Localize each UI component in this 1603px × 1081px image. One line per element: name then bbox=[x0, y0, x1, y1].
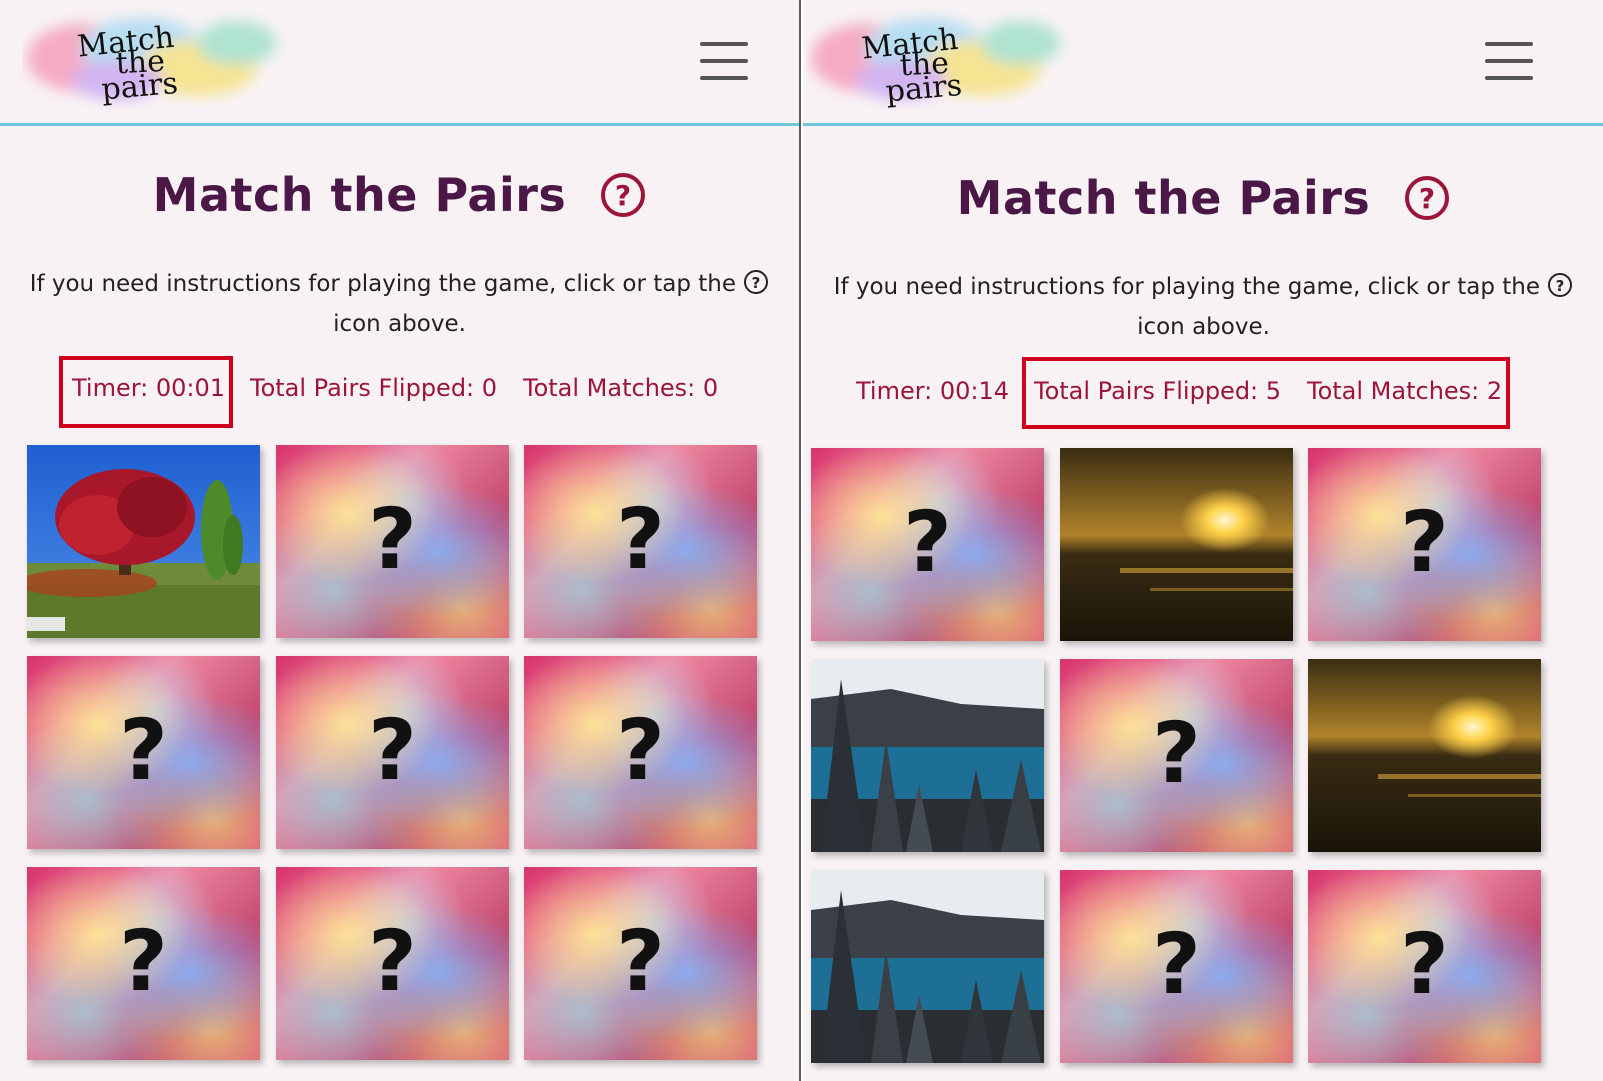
snowy-lake-photo bbox=[811, 870, 1044, 1063]
card-question-mark: ? bbox=[1152, 915, 1201, 1013]
card-back[interactable]: ? bbox=[1308, 448, 1541, 641]
instructions-text: If you need instructions for playing the… bbox=[22, 264, 777, 344]
sunset-photo bbox=[1060, 448, 1293, 641]
logo[interactable]: Match the pairs bbox=[806, 8, 1076, 110]
card-back[interactable]: ? bbox=[524, 445, 757, 638]
title-row: Match the Pairs ? bbox=[0, 168, 799, 222]
card-back[interactable]: ? bbox=[276, 445, 509, 638]
svg-text:?: ? bbox=[615, 179, 631, 212]
card-back[interactable]: ? bbox=[1060, 870, 1293, 1063]
card-back[interactable]: ? bbox=[1308, 870, 1541, 1063]
card-back[interactable]: ? bbox=[27, 656, 260, 849]
question-circle-icon: ? bbox=[1548, 273, 1573, 297]
logo[interactable]: Match the pairs bbox=[22, 8, 292, 110]
card-back[interactable]: ? bbox=[524, 656, 757, 849]
pairs-flipped-counter: Total Pairs Flipped: 5 bbox=[1034, 377, 1282, 405]
card-question-mark: ? bbox=[903, 493, 952, 591]
title-row: Match the Pairs ? bbox=[803, 171, 1603, 225]
card-question-mark: ? bbox=[616, 490, 665, 588]
instructions-before: If you need instructions for playing the… bbox=[833, 274, 1540, 300]
card-back[interactable]: ? bbox=[524, 867, 757, 1060]
left-screenshot-panel: Match the pairs Match the Pairs ? If you… bbox=[0, 0, 801, 1081]
logo-word: pairs bbox=[100, 66, 179, 108]
card-question-mark: ? bbox=[368, 701, 417, 799]
svg-text:?: ? bbox=[1556, 277, 1565, 295]
card-autumn-tree[interactable] bbox=[27, 445, 260, 638]
card-question-mark: ? bbox=[1400, 493, 1449, 591]
card-sunset[interactable] bbox=[1060, 448, 1293, 641]
card-snowy-lake[interactable] bbox=[811, 870, 1044, 1063]
matches-counter: Total Matches: 2 bbox=[1307, 377, 1503, 405]
card-snowy-lake[interactable] bbox=[811, 659, 1044, 852]
card-question-mark: ? bbox=[368, 912, 417, 1010]
card-back[interactable]: ? bbox=[1060, 659, 1293, 852]
right-screenshot-panel: Match the pairs Match the Pairs ? If you… bbox=[803, 0, 1603, 1081]
card-question-mark: ? bbox=[1152, 704, 1201, 802]
card-back[interactable]: ? bbox=[27, 867, 260, 1060]
card-question-mark: ? bbox=[1400, 915, 1449, 1013]
card-question-mark: ? bbox=[368, 490, 417, 588]
question-circle-icon[interactable]: ? bbox=[600, 172, 646, 218]
hamburger-icon[interactable] bbox=[700, 42, 748, 80]
timer: Timer: 00:14 bbox=[856, 377, 1010, 405]
svg-text:?: ? bbox=[1419, 182, 1435, 215]
svg-text:?: ? bbox=[752, 274, 761, 292]
card-sunset[interactable] bbox=[1308, 659, 1541, 852]
card-question-mark: ? bbox=[616, 701, 665, 799]
card-back[interactable]: ? bbox=[276, 656, 509, 849]
card-back[interactable]: ? bbox=[276, 867, 509, 1060]
card-question-mark: ? bbox=[119, 912, 168, 1010]
page-title: Match the Pairs bbox=[956, 171, 1371, 225]
card-question-mark: ? bbox=[616, 912, 665, 1010]
autumn-tree-photo bbox=[27, 445, 260, 638]
card-question-mark: ? bbox=[119, 701, 168, 799]
instructions-after: icon above. bbox=[1137, 314, 1270, 340]
instructions-after: icon above. bbox=[333, 311, 466, 337]
logo-word: pairs bbox=[884, 68, 963, 110]
question-circle-icon: ? bbox=[744, 270, 769, 294]
sunset-photo bbox=[1308, 659, 1541, 852]
matches-counter: Total Matches: 0 bbox=[523, 374, 719, 402]
site-header: Match the pairs bbox=[0, 0, 799, 126]
instructions-before: If you need instructions for playing the… bbox=[29, 271, 736, 297]
hamburger-icon[interactable] bbox=[1485, 42, 1533, 80]
pairs-flipped-counter: Total Pairs Flipped: 0 bbox=[250, 374, 498, 402]
timer: Timer: 00:01 bbox=[72, 374, 226, 402]
snowy-lake-photo bbox=[811, 659, 1044, 852]
site-header: Match the pairs bbox=[803, 0, 1603, 126]
instructions-text: If you need instructions for playing the… bbox=[825, 267, 1582, 347]
card-back[interactable]: ? bbox=[811, 448, 1044, 641]
question-circle-icon[interactable]: ? bbox=[1404, 175, 1450, 221]
page-title: Match the Pairs bbox=[152, 168, 567, 222]
